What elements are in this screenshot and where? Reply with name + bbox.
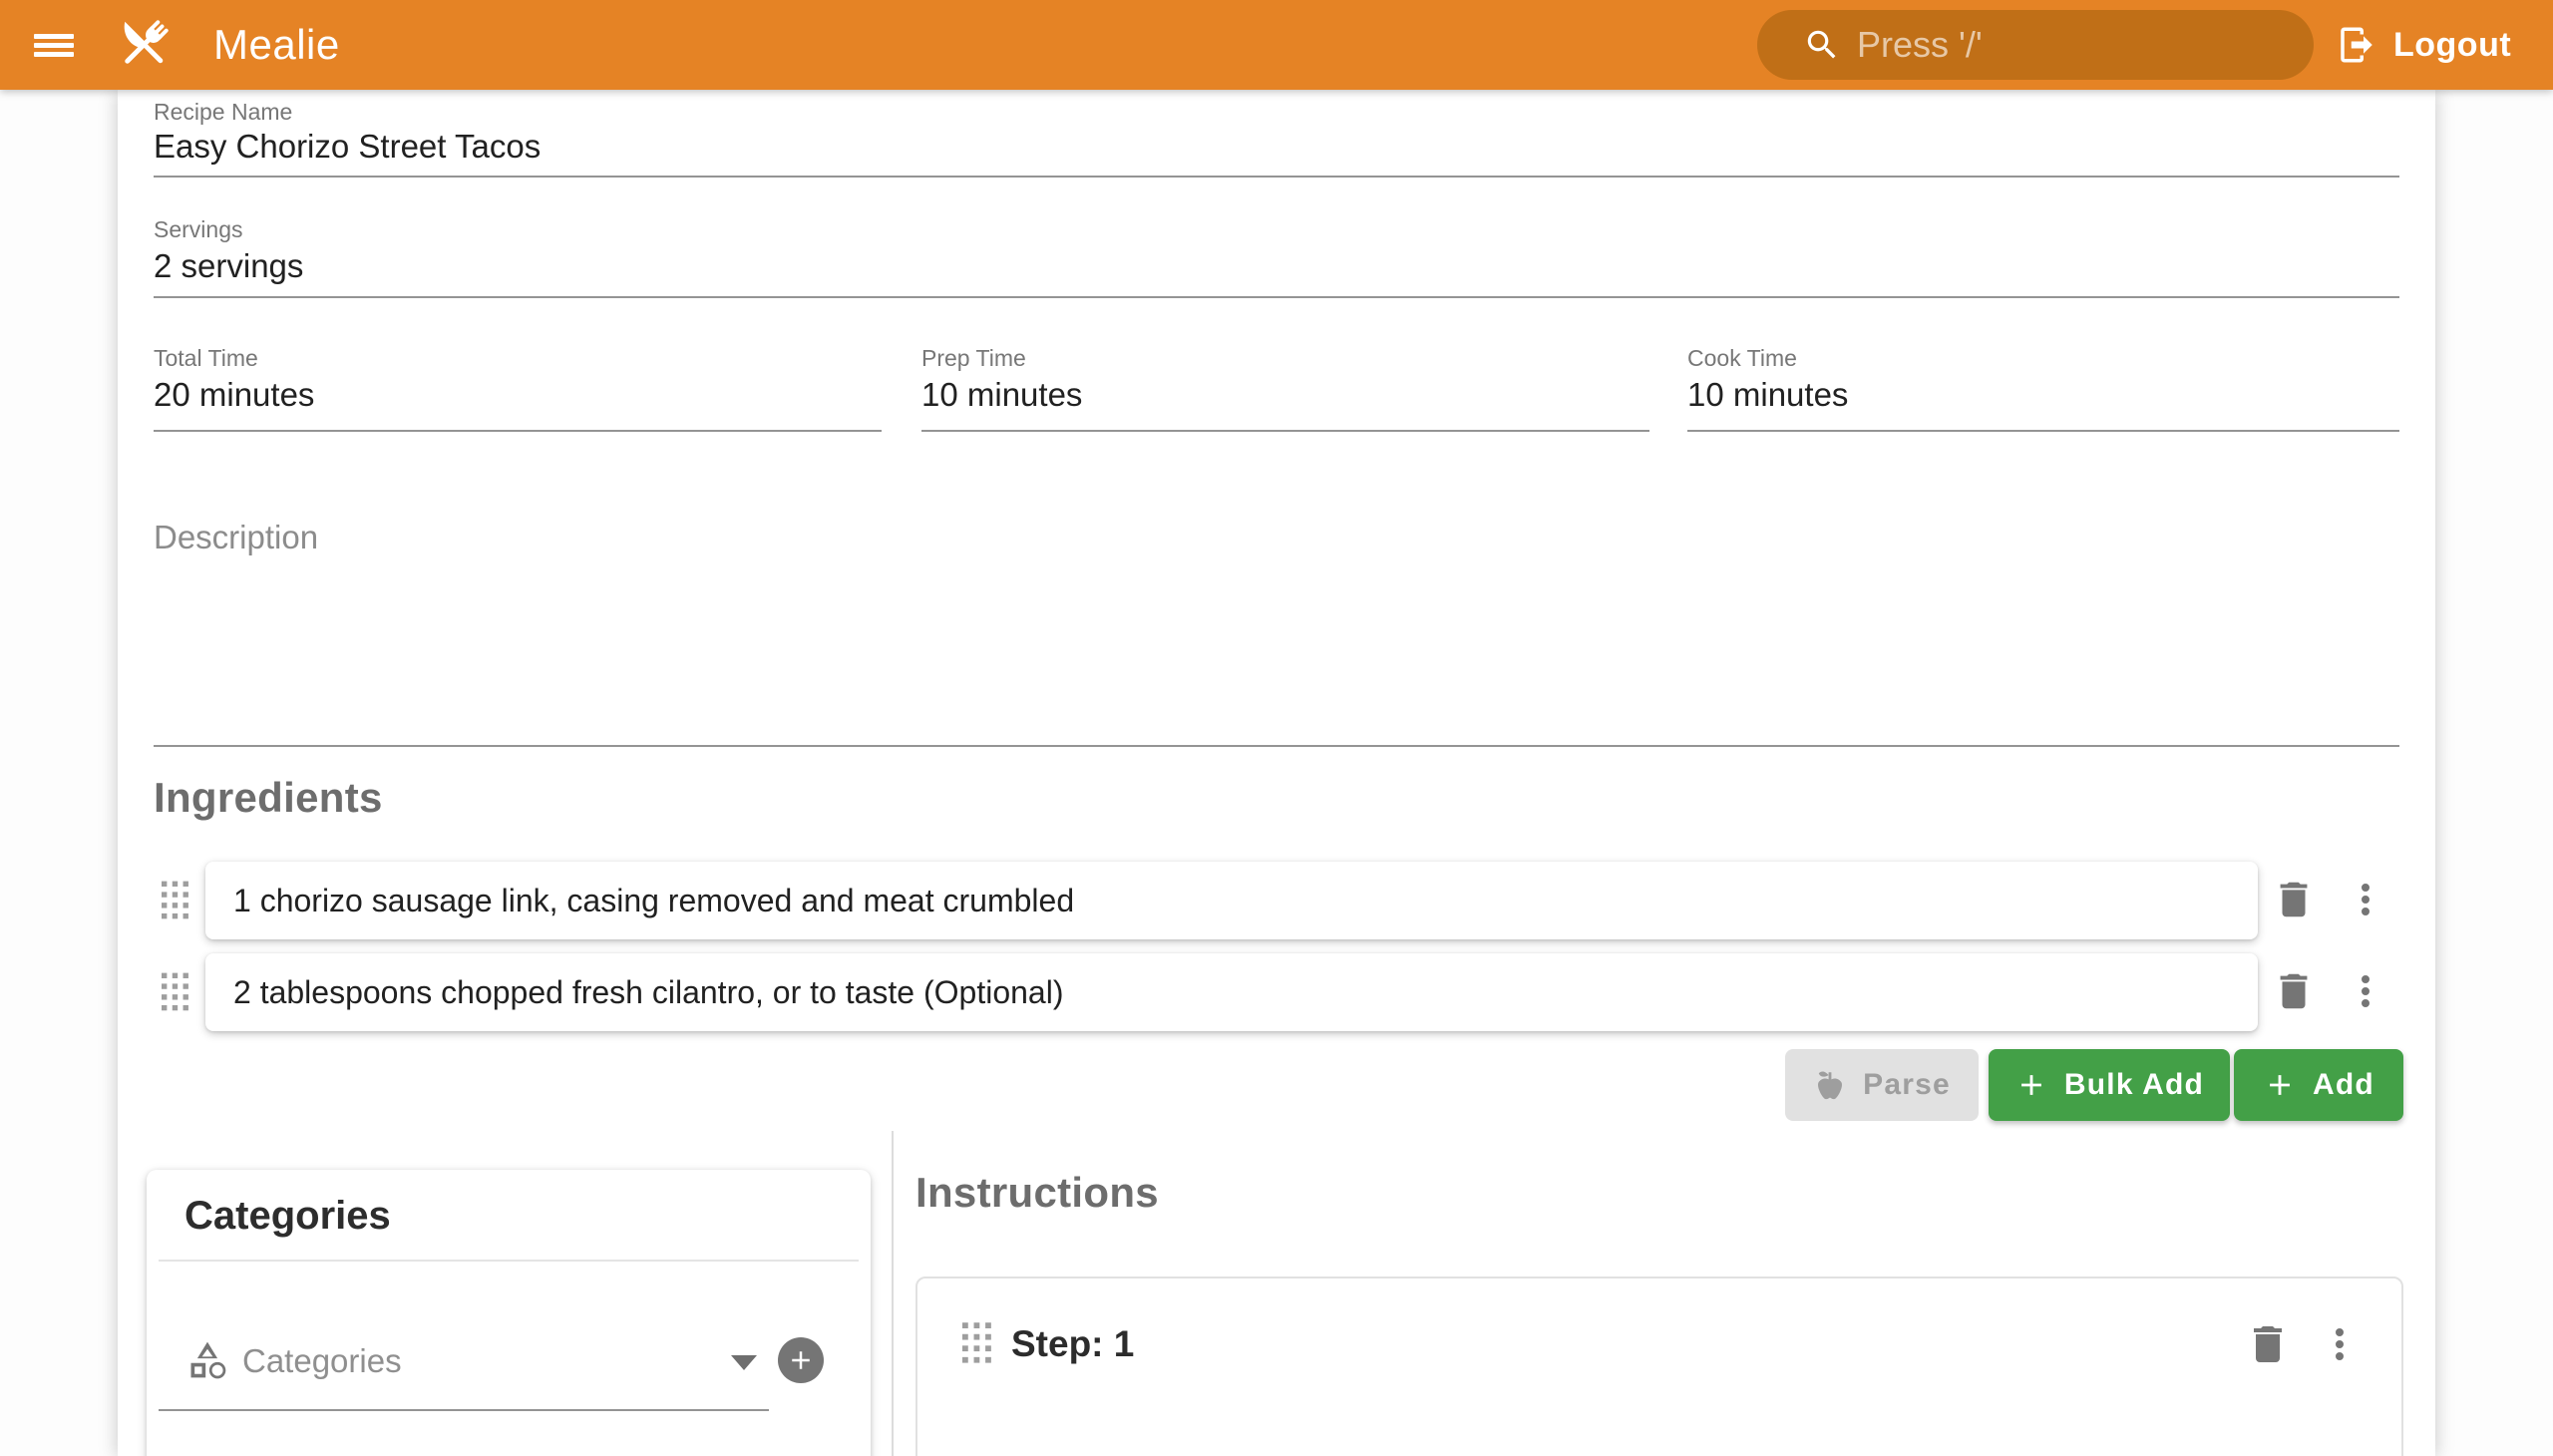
ingredient-drag-handle[interactable] [158, 877, 193, 924]
kebab-icon [2316, 1320, 2364, 1368]
ingredient-menu-button[interactable] [2341, 875, 2390, 924]
plus-icon [2263, 1068, 2297, 1102]
step-drag-handle[interactable] [959, 1318, 995, 1368]
prep-time-underline [921, 430, 1649, 432]
total-time-underline [154, 430, 882, 432]
search-bar[interactable] [1757, 10, 2314, 80]
cook-time-field[interactable] [1687, 376, 2399, 414]
app-title: Mealie [213, 0, 340, 90]
categories-heading: Categories [184, 1194, 391, 1239]
add-ingredient-button[interactable]: Add [2234, 1049, 2403, 1121]
search-input[interactable] [1855, 23, 2323, 67]
instructions-heading: Instructions [915, 1169, 1159, 1217]
parse-button[interactable]: Parse [1785, 1049, 1979, 1121]
shapes-icon [184, 1337, 230, 1383]
instruction-step-card: Step: 1 Combine crumbled chorizo and chi… [915, 1276, 2403, 1456]
column-divider [892, 1131, 894, 1456]
ingredient-input[interactable] [205, 883, 2258, 919]
ingredient-row [205, 953, 2258, 1031]
ingredient-drag-handle[interactable] [158, 968, 193, 1016]
add-category-button[interactable] [778, 1337, 824, 1383]
categories-select[interactable]: Categories [242, 1339, 402, 1383]
logout-icon [2336, 24, 2377, 66]
recipe-name-label: Recipe Name [154, 98, 292, 126]
description-field[interactable] [154, 519, 2399, 556]
cook-time-label: Cook Time [1687, 344, 1797, 372]
search-icon [1803, 26, 1841, 64]
chevron-down-icon[interactable] [731, 1355, 757, 1370]
servings-label: Servings [154, 215, 242, 243]
menu-icon[interactable] [34, 22, 78, 68]
delete-ingredient-button[interactable] [2269, 875, 2319, 924]
servings-underline [154, 296, 2399, 298]
prep-time-field[interactable] [921, 376, 1649, 414]
ingredients-heading: Ingredients [154, 774, 383, 822]
logout-label: Logout [2393, 26, 2511, 65]
plus-icon [2014, 1068, 2048, 1102]
trash-icon [2271, 968, 2317, 1014]
delete-step-button[interactable] [2242, 1318, 2294, 1370]
description-underline [154, 745, 2399, 747]
servings-field[interactable] [154, 247, 2399, 285]
bulk-add-button[interactable]: Bulk Add [1989, 1049, 2230, 1121]
categories-select-underline [159, 1409, 769, 1411]
apple-icon [1813, 1068, 1847, 1102]
logout-button[interactable]: Logout [2326, 0, 2521, 90]
categories-divider [159, 1260, 859, 1262]
step-menu-button[interactable] [2314, 1318, 2366, 1370]
plus-icon [786, 1345, 816, 1375]
prep-time-label: Prep Time [921, 344, 1026, 372]
mealie-logo-icon [110, 11, 178, 79]
add-button-label: Add [2313, 1068, 2374, 1102]
recipe-editor-card: Recipe Name Servings Total Time Prep Tim… [118, 90, 2435, 1456]
categories-card: Categories Categories [147, 1170, 871, 1456]
ingredient-menu-button[interactable] [2341, 966, 2390, 1016]
app-header: Mealie Logout [0, 0, 2553, 90]
ingredient-input[interactable] [205, 974, 2258, 1011]
step-title: Step: 1 [1011, 1320, 1134, 1368]
mealie-recipe-edit-page: Mealie Logout Recipe Name Servings Total… [0, 0, 2553, 1456]
total-time-field[interactable] [154, 376, 882, 414]
trash-icon [2244, 1320, 2292, 1368]
trash-icon [2271, 877, 2317, 922]
delete-ingredient-button[interactable] [2269, 966, 2319, 1016]
bulk-add-button-label: Bulk Add [2064, 1068, 2204, 1102]
parse-button-label: Parse [1863, 1068, 1951, 1102]
recipe-name-field[interactable] [154, 128, 2399, 166]
ingredient-row [205, 862, 2258, 939]
kebab-icon [2342, 967, 2389, 1015]
recipe-name-underline [154, 176, 2399, 178]
total-time-label: Total Time [154, 344, 258, 372]
kebab-icon [2342, 876, 2389, 923]
cook-time-underline [1687, 430, 2399, 432]
